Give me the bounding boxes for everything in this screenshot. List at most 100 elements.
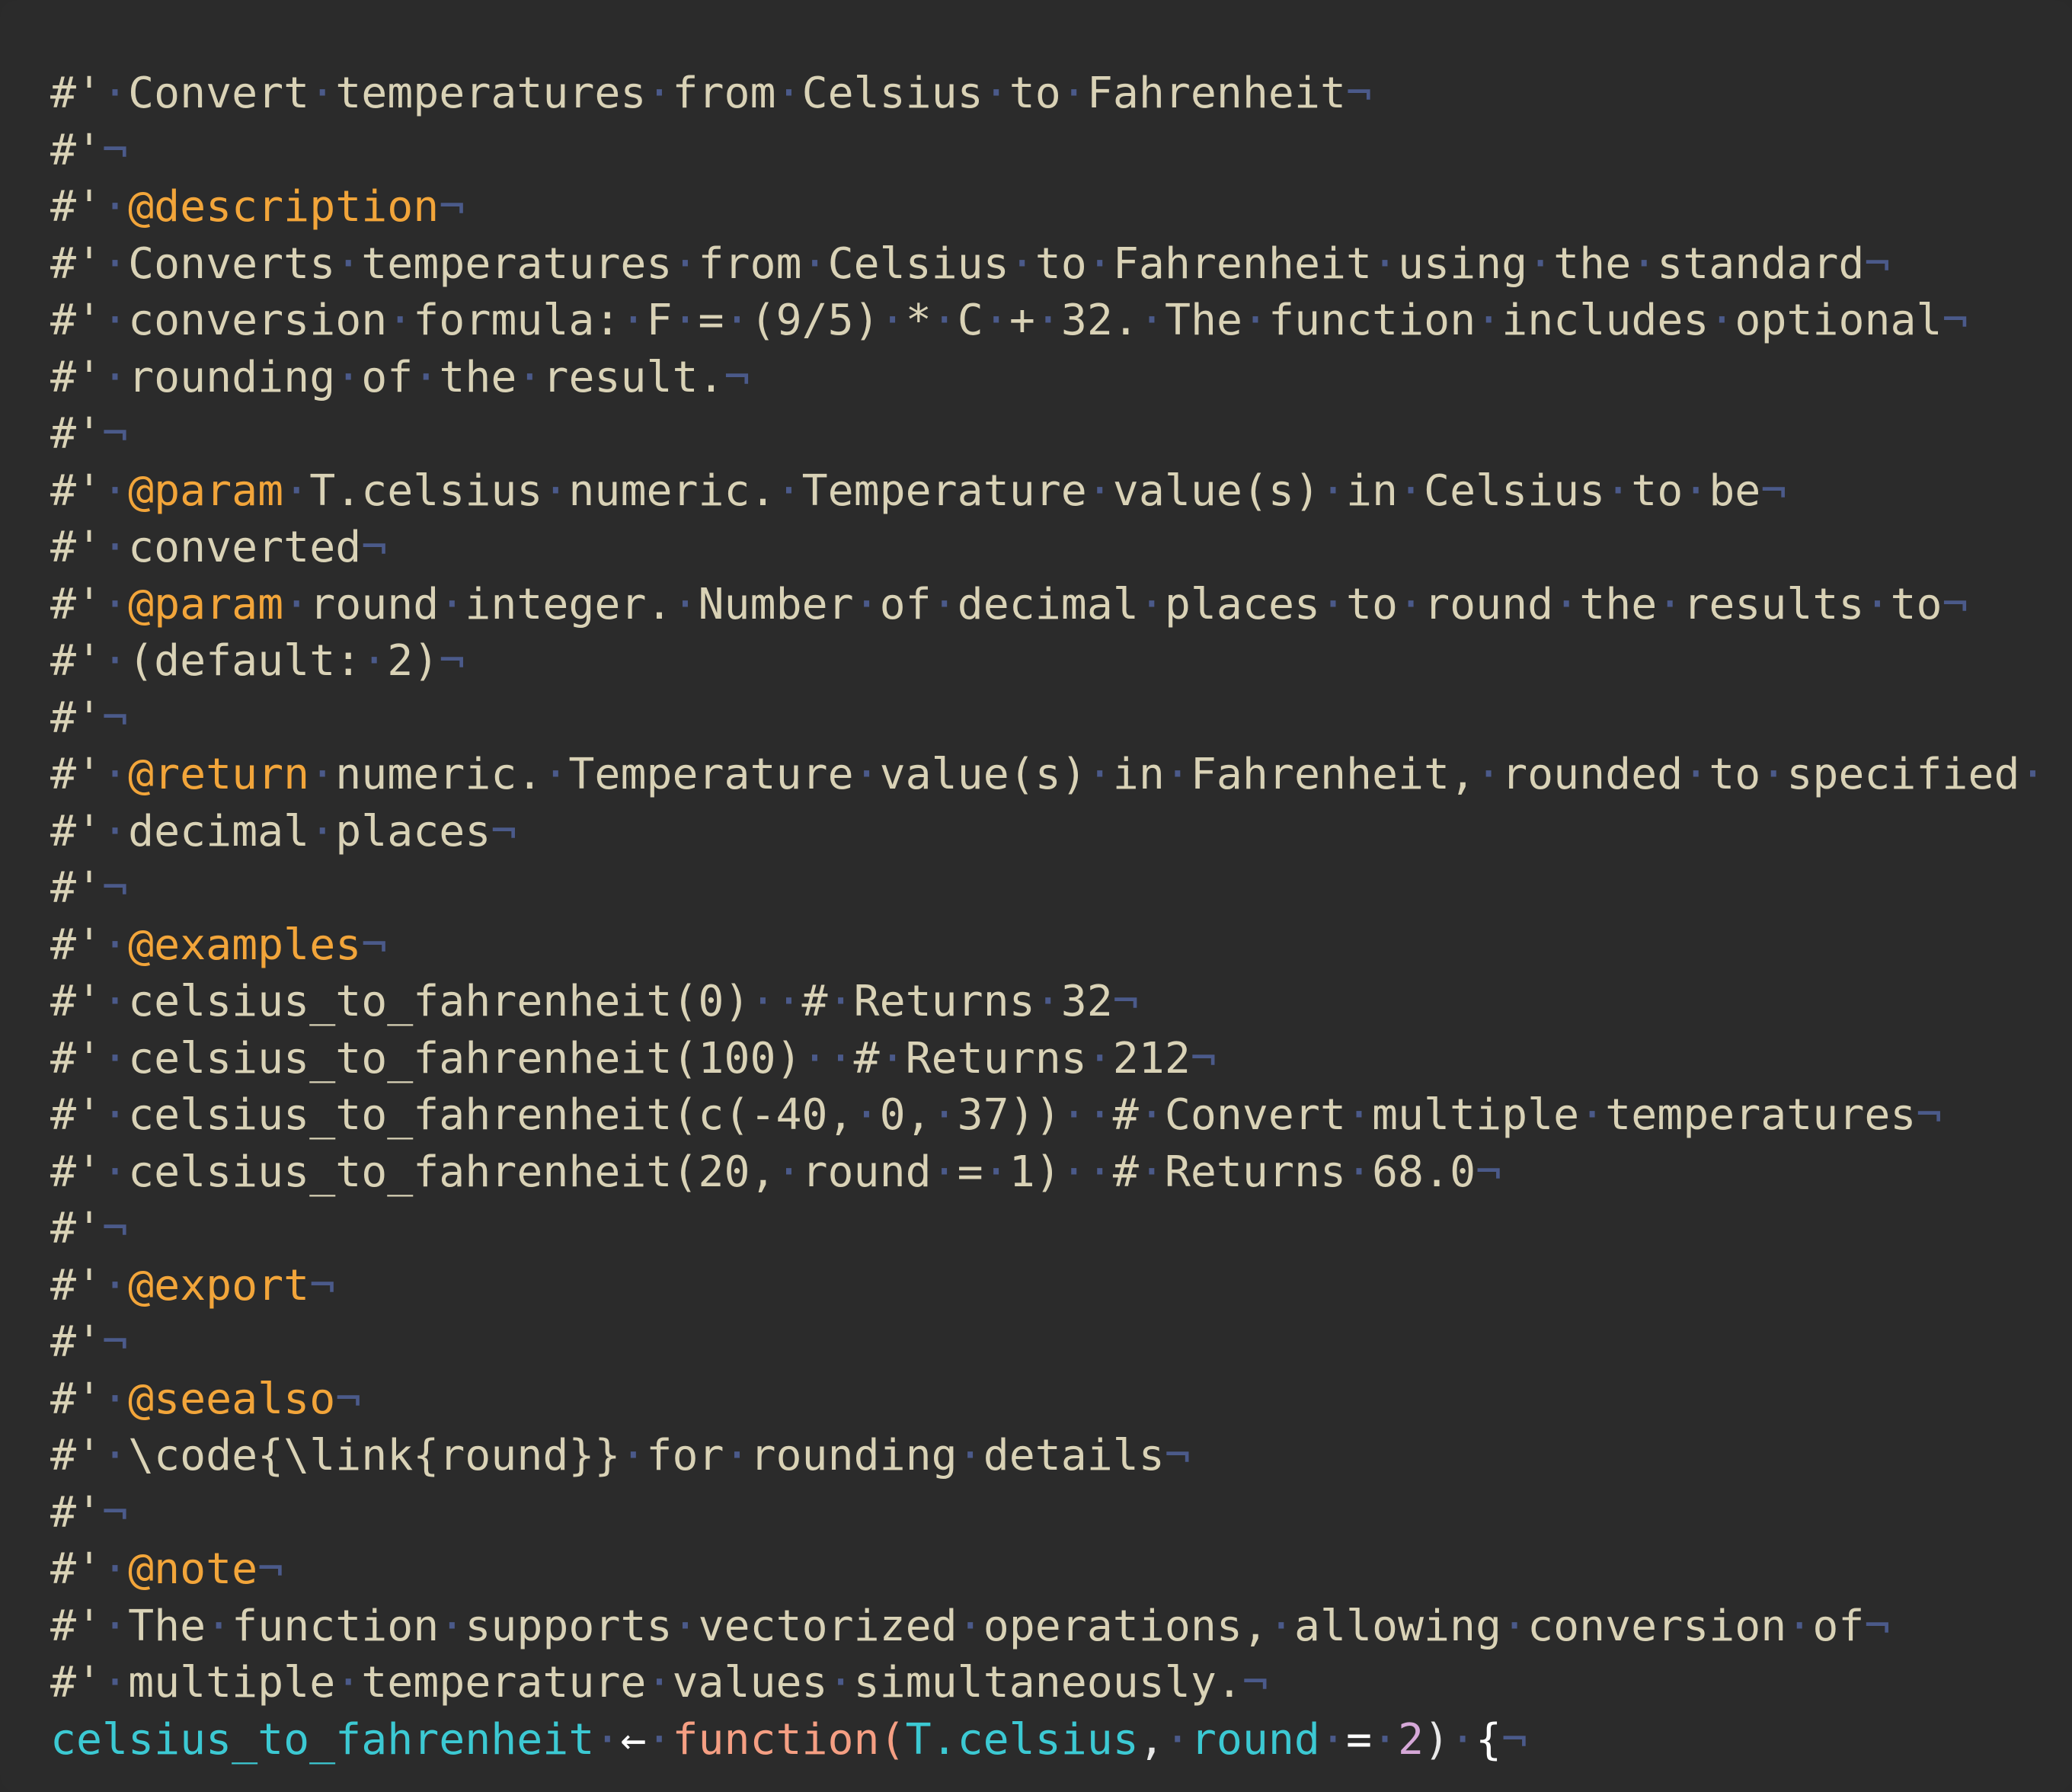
code-line[interactable]: #'·(default:·2)¬	[50, 633, 2046, 690]
end-of-line-marker: ¬	[1501, 1714, 1528, 1765]
comment-text: from	[672, 69, 776, 118]
comment-text: temperature	[361, 1658, 647, 1707]
code-line[interactable]: #'·@note¬	[50, 1541, 2046, 1598]
code-line[interactable]: #'·celsius_to_fahrenheit(100)··#·Returns…	[50, 1031, 2046, 1088]
end-of-line-marker: ¬	[309, 1260, 336, 1310]
code-line[interactable]: #'¬	[50, 1485, 2046, 1542]
whitespace-marker: ·	[1060, 1147, 1087, 1197]
comment-text: celsius_to_fahrenheit(0)	[128, 977, 750, 1026]
code-line[interactable]: #'·celsius_to_fahrenheit(20,·round·=·1)·…	[50, 1144, 2046, 1202]
code-line[interactable]: #'·@param·T.celsius·numeric.·Temperature…	[50, 463, 2046, 520]
code-area[interactable]: #'·Convert·temperatures·from·Celsius·to·…	[50, 66, 2046, 1768]
code-editor[interactable]: #'·Convert·temperatures·from·Celsius·to·…	[0, 0, 2072, 1792]
whitespace-marker: ·	[931, 1147, 958, 1197]
roxygen-prefix: #'	[50, 466, 103, 516]
code-line[interactable]: #'·@export¬	[50, 1258, 2046, 1315]
whitespace-marker: ·	[1138, 296, 1165, 345]
code-line[interactable]: #'¬	[50, 123, 2046, 180]
whitespace-marker: ·	[1657, 579, 1684, 629]
whitespace-marker: ·	[672, 1601, 699, 1651]
whitespace-marker: ·	[1320, 579, 1347, 629]
whitespace-marker: ·	[775, 466, 802, 516]
whitespace-marker: ·	[931, 579, 958, 629]
comment-text: result.	[542, 352, 724, 402]
comment-text: +	[1009, 296, 1035, 345]
code-line[interactable]: #'¬	[50, 1201, 2046, 1258]
comment-text: celsius_to_fahrenheit(100)	[128, 1033, 802, 1083]
comment-text: Returns	[853, 977, 1035, 1026]
whitespace-marker: ·	[983, 296, 1009, 345]
roxygen-prefix: #'	[50, 238, 103, 289]
code-line[interactable]: #'¬	[50, 860, 2046, 917]
end-of-line-marker: ¬	[724, 352, 750, 402]
roxygen-prefix: #'	[50, 1374, 103, 1424]
whitespace-marker: ·	[1631, 238, 1658, 289]
comment-text: rounding	[750, 1431, 958, 1480]
code-line[interactable]: #'·@return·numeric.·Temperature·value(s)…	[50, 747, 2046, 804]
code-line[interactable]: #'¬	[50, 1314, 2046, 1371]
whitespace-marker: ·	[1605, 466, 1632, 516]
roxygen-prefix: #'	[50, 1601, 103, 1651]
comment-text: Convert	[1164, 1090, 1346, 1140]
whitespace-marker: ·	[1060, 1090, 1087, 1140]
comment-text: Returns	[905, 1033, 1087, 1083]
code-line[interactable]: #'·celsius_to_fahrenheit(c(-40,·0,·37))·…	[50, 1087, 2046, 1144]
code-line[interactable]: #'·Convert·temperatures·from·Celsius·to·…	[50, 66, 2046, 123]
whitespace-marker: ·	[1034, 977, 1061, 1026]
end-of-line-marker: ¬	[1942, 296, 1968, 345]
comment-text: to	[1034, 238, 1087, 289]
comment-text: Convert	[128, 69, 310, 118]
code-line[interactable]: #'·@param·round·integer.·Number·of·decim…	[50, 577, 2046, 634]
code-line[interactable]: #'·Converts·temperatures·from·Celsius·to…	[50, 236, 2046, 293]
code-line[interactable]: #'·decimal·places¬	[50, 804, 2046, 861]
code-line[interactable]: #'·@description¬	[50, 179, 2046, 236]
roxygen-prefix: #'	[50, 693, 103, 743]
end-of-line-marker: ¬	[1942, 579, 1968, 629]
roxygen-prefix: #'	[50, 636, 103, 686]
code-line[interactable]: #'·multiple·temperature·values·simultane…	[50, 1655, 2046, 1712]
code-line[interactable]: #'¬	[50, 406, 2046, 463]
comment-text: places	[335, 806, 491, 856]
comment-text: Fahrenheit	[1086, 69, 1346, 118]
whitespace-marker: ·	[102, 523, 129, 572]
comment-text: allowing	[1293, 1601, 1502, 1651]
code-line[interactable]: #'·celsius_to_fahrenheit(0)··#·Returns·3…	[50, 974, 2046, 1031]
code-line[interactable]: #'·\code{\link{round}}·for·rounding·deta…	[50, 1428, 2046, 1485]
end-of-line-marker: ¬	[102, 1204, 129, 1253]
code-line[interactable]: #'·@examples¬	[50, 917, 2046, 974]
whitespace-marker: ·	[102, 977, 129, 1026]
code-line[interactable]: #'·converted¬	[50, 520, 2046, 577]
end-of-line-marker: ¬	[1164, 1431, 1191, 1480]
comment-text: integer.	[465, 579, 673, 629]
code-token: ,	[1138, 1714, 1165, 1765]
end-of-line-marker: ¬	[335, 1374, 362, 1424]
end-of-line-marker: ¬	[257, 1544, 284, 1594]
comment-text: function	[1268, 296, 1476, 345]
code-line[interactable]: #'·The·function·supports·vectorized·oper…	[50, 1598, 2046, 1656]
code-line[interactable]: #'¬	[50, 690, 2046, 747]
comment-text: 32.	[1060, 296, 1139, 345]
roxygen-prefix: #'	[50, 409, 103, 459]
whitespace-marker: ·	[309, 806, 336, 856]
comment-text: numeric.	[568, 466, 776, 516]
whitespace-marker: ·	[853, 579, 880, 629]
code-token: T.celsius	[905, 1714, 1139, 1765]
whitespace-marker: ·	[1346, 1147, 1373, 1197]
whitespace-marker: ·	[620, 1431, 647, 1480]
roxygen-prefix: #'	[50, 1658, 103, 1707]
comment-text: celsius_to_fahrenheit(20,	[128, 1147, 776, 1197]
whitespace-marker: ·	[620, 296, 647, 345]
roxygen-prefix: #'	[50, 69, 103, 118]
roxygen-tag: @examples	[128, 920, 362, 970]
code-line[interactable]: #'·rounding·of·the·result.¬	[50, 350, 2046, 407]
code-line[interactable]: #'·@seealso¬	[50, 1371, 2046, 1429]
end-of-line-marker: ¬	[439, 182, 465, 232]
comment-text: the	[439, 352, 517, 402]
comment-text: \code{\link{round}}	[128, 1431, 621, 1480]
whitespace-marker: ·	[102, 1658, 129, 1707]
whitespace-marker: ·	[827, 977, 854, 1026]
whitespace-marker: ·	[827, 1033, 854, 1083]
whitespace-marker: ·	[102, 636, 129, 686]
code-line[interactable]: celsius_to_fahrenheit·←·function(T.celsi…	[50, 1712, 2046, 1769]
code-line[interactable]: #'·conversion·formula:·F·=·(9/5)·*·C·+·3…	[50, 293, 2046, 350]
